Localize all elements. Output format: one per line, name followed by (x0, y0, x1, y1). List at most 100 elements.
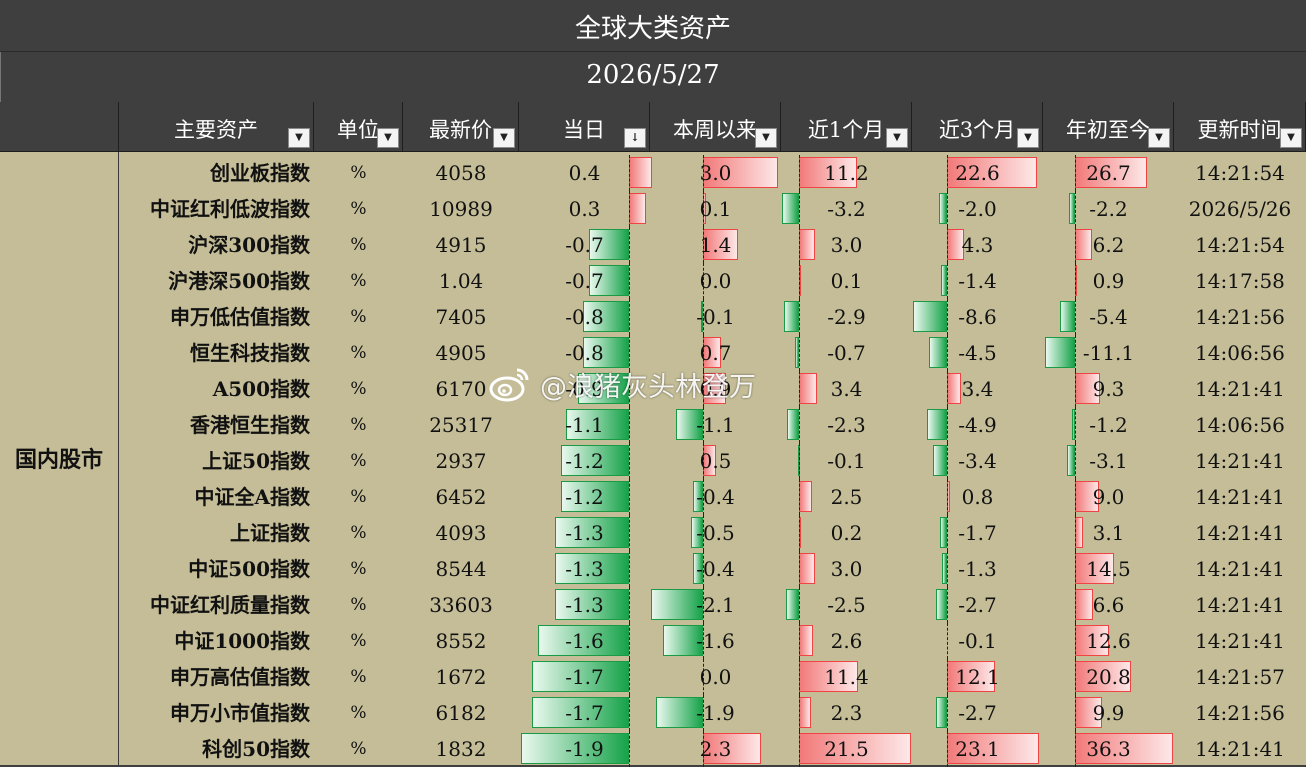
cell-name: 沪港深500指数 (168, 269, 310, 293)
table-row[interactable]: 中证500指数% 8544 -1.3 -0.4 3.0 -1.3 14.5 14:21:41 (0, 551, 1306, 587)
header-latest-price: 最新价 ▼ (403, 102, 519, 152)
cell-price: 1832 (435, 737, 487, 761)
table-row[interactable]: 申万小市值指数% 6182 -1.7 -1.9 2.3 -2.7 9.9 14:21:56 (0, 695, 1306, 731)
cell-price: 4093 (435, 521, 487, 545)
cell-d: -1.2 (565, 485, 604, 509)
cell-m3: 0.8 (961, 485, 994, 509)
cell-m3: -3.4 (958, 449, 997, 473)
table-row[interactable]: 沪深300指数% 4915 -0.7 1.4 3.0 4.3 6.2 14:21:54 (0, 227, 1306, 263)
cell-unit: % (350, 415, 367, 435)
filter-dropdown-icon[interactable]: ▼ (1017, 128, 1039, 148)
cell-w: -1.1 (696, 413, 735, 437)
cell-w: -2.1 (696, 593, 735, 617)
filter-dropdown-icon[interactable]: ▼ (1280, 128, 1302, 148)
cell-price: 1672 (435, 665, 487, 689)
filter-dropdown-icon[interactable]: ▼ (886, 128, 908, 148)
cell-unit: % (350, 163, 367, 183)
table-row[interactable]: 创业板指数% 4058 0.4 3.0 11.2 22.6 26.7 14:21:54 (0, 155, 1306, 191)
filter-dropdown-icon[interactable]: ▼ (493, 128, 515, 148)
sort-descending-icon[interactable]: ↓ (624, 128, 646, 148)
table-row[interactable]: 中证全A指数% 6452 -1.2 -0.4 2.5 0.8 9.0 14:21:41 (0, 479, 1306, 515)
header-main-asset: 主要资产 ▼ (119, 102, 314, 152)
cell-w: 2.3 (699, 737, 732, 761)
cell-unit: % (350, 631, 367, 651)
cell-price: 8544 (435, 557, 487, 581)
cell-name: 中证全A指数 (194, 485, 310, 509)
header-label: 主要资产 (174, 118, 258, 142)
table-row[interactable]: 上证50指数% 2937 -1.2 0.5 -0.1 -3.4 -3.1 14:21:41 (0, 443, 1306, 479)
cell-ytd: 0.9 (1092, 269, 1125, 293)
table-row[interactable]: 沪港深500指数% 1.04 -0.7 0.0 0.1 -1.4 0.9 14:17:58 (0, 263, 1306, 299)
table-row[interactable]: 上证指数% 4093 -1.3 -0.5 0.2 -1.7 3.1 14:21:41 (0, 515, 1306, 551)
cell-unit: % (350, 379, 367, 399)
cell-m1: -0.7 (827, 341, 866, 365)
cell-m3: 23.1 (955, 737, 1000, 761)
cell-w: -0.4 (696, 557, 735, 581)
filter-dropdown-icon[interactable]: ▼ (288, 128, 310, 148)
cell-time: 14:21:57 (1195, 665, 1285, 689)
cell-m1: 3.4 (830, 377, 863, 401)
cell-d: -0.8 (565, 305, 604, 329)
cell-m1: -3.2 (827, 197, 866, 221)
filter-dropdown-icon[interactable]: ▼ (755, 128, 777, 148)
cell-name: 中证1000指数 (174, 629, 310, 653)
cell-ytd: 6.6 (1092, 593, 1125, 617)
cell-name: 申万高估值指数 (170, 665, 310, 689)
cell-price: 25317 (429, 413, 493, 437)
table-row[interactable]: 中证红利质量指数% 33603 -1.3 -2.1 -2.5 -2.7 6.6 14:21:4… (0, 587, 1306, 623)
cell-m1: 11.4 (824, 665, 869, 689)
cell-d: -0.7 (565, 269, 604, 293)
table-row[interactable]: 中证1000指数% 8552 -1.6 -1.6 2.6 -0.1 12.6 14:21:41 (0, 623, 1306, 659)
cell-name: 申万低估值指数 (170, 305, 310, 329)
cell-name: 中证红利质量指数 (150, 593, 310, 617)
cell-w: 0.0 (699, 269, 732, 293)
cell-m3: -0.1 (958, 629, 997, 653)
weibo-watermark: @浪猪灰头林登万 (488, 362, 756, 406)
cell-d: -1.3 (565, 557, 604, 581)
title-divider (0, 51, 1306, 52)
cell-name: 中证500指数 (188, 557, 310, 581)
cell-m3: 4.3 (961, 233, 994, 257)
cell-unit: % (350, 199, 367, 219)
cell-price: 6182 (435, 701, 487, 725)
cell-time: 14:21:56 (1195, 701, 1285, 725)
cell-time: 2026/5/26 (1188, 197, 1292, 221)
table-row[interactable]: 科创50指数% 1832 -1.9 2.3 21.5 23.1 36.3 14:21:41 (0, 731, 1306, 767)
cell-unit: % (350, 523, 367, 543)
cell-name: 沪深300指数 (188, 233, 310, 257)
table-row[interactable]: 申万低估值指数% 7405 -0.8 -0.1 -2.9 -8.6 -5.4 14:21:56 (0, 299, 1306, 335)
cell-m1: 3.0 (830, 557, 863, 581)
cell-m3: -1.7 (958, 521, 997, 545)
table-row[interactable]: 中证红利低波指数% 10989 0.3 0.1 -3.2 -2.0 -2.2 2026/5/2… (0, 191, 1306, 227)
cell-m3: -4.9 (958, 413, 997, 437)
cell-w: -1.6 (696, 629, 735, 653)
table-row[interactable]: 申万高估值指数% 1672 -1.7 0.0 11.4 12.1 20.8 14:21:57 (0, 659, 1306, 695)
cell-ytd: 9.9 (1092, 701, 1125, 725)
cell-unit: % (350, 595, 367, 615)
cell-w: 3.0 (699, 161, 732, 185)
title-bar: 全球大类资产 2026/5/27 (0, 0, 1306, 103)
cell-m1: -2.5 (827, 593, 866, 617)
cell-d: -1.3 (565, 593, 604, 617)
cell-time: 14:21:56 (1195, 305, 1285, 329)
cell-d: -1.7 (565, 701, 604, 725)
cell-ytd: 20.8 (1086, 665, 1131, 689)
cell-m1: 0.2 (830, 521, 863, 545)
filter-dropdown-icon[interactable]: ▼ (377, 128, 399, 148)
filter-dropdown-icon[interactable]: ▼ (1148, 128, 1170, 148)
cell-price: 33603 (429, 593, 493, 617)
cell-m1: 2.6 (830, 629, 863, 653)
table-row[interactable]: 香港恒生指数% 25317 -1.1 -1.1 -2.3 -4.9 -1.2 14:06:56 (0, 407, 1306, 443)
cell-time: 14:21:54 (1195, 161, 1285, 185)
cell-time: 14:21:41 (1195, 593, 1285, 617)
cell-time: 14:06:56 (1195, 341, 1285, 365)
cell-name: 创业板指数 (210, 161, 310, 185)
cell-m1: 11.2 (824, 161, 869, 185)
sheet-date: 2026/5/27 (586, 60, 720, 90)
header-unit: 单位 ▼ (314, 102, 403, 152)
cell-d: -1.9 (565, 737, 604, 761)
cell-unit: % (350, 667, 367, 687)
cell-m3: -8.6 (958, 305, 997, 329)
cell-m1: 3.0 (830, 233, 863, 257)
cell-name: 上证指数 (230, 521, 310, 545)
